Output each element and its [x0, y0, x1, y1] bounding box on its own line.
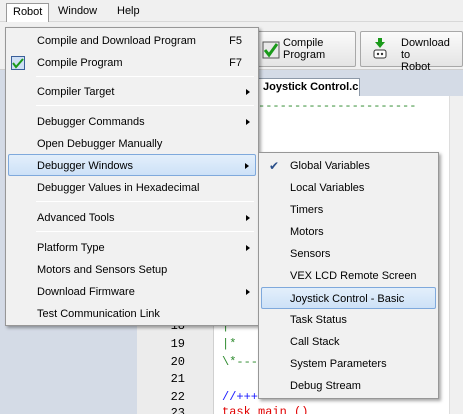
menu-help[interactable]: Help: [111, 3, 146, 19]
menu-item-debugger-windows[interactable]: Debugger Windows: [8, 154, 256, 176]
menu-item-debugger-values-hex[interactable]: Debugger Values in Hexadecimal: [8, 177, 256, 199]
menu-item-call-stack[interactable]: Call Stack: [261, 331, 436, 353]
submenu-arrow-icon: [246, 119, 250, 125]
menu-window[interactable]: Window: [52, 3, 103, 19]
line-number: 21: [170, 372, 185, 386]
menu-item-motors-sensors-setup[interactable]: Motors and Sensors Setup: [8, 259, 256, 281]
robot-menu: Compile and Download Program F5 Compile …: [5, 27, 259, 326]
checkmark-icon: ✔: [268, 159, 280, 173]
menu-item-test-communication-link[interactable]: Test Communication Link: [8, 303, 256, 325]
tab-joystick-control[interactable]: Joystick Control.c: [257, 78, 360, 96]
compile-icon: [262, 41, 280, 59]
menu-robot[interactable]: Robot: [6, 3, 50, 22]
menu-item-motors[interactable]: Motors: [261, 221, 436, 243]
menu-item-timers[interactable]: Timers: [261, 199, 436, 221]
menu-separator: [36, 201, 254, 202]
menu-item-download-firmware[interactable]: Download Firmware: [8, 281, 256, 303]
menu-item-local-variables[interactable]: Local Variables: [261, 177, 436, 199]
download-label: Download to Robot: [401, 37, 450, 73]
debugger-windows-submenu: ✔ Global Variables Local Variables Timer…: [258, 152, 439, 399]
download-robot-icon: [373, 38, 387, 59]
menu-item-sensors[interactable]: Sensors: [261, 243, 436, 265]
compile-program-button[interactable]: Compile Program: [256, 31, 356, 67]
line-number: 20: [170, 355, 185, 369]
menu-item-open-debugger-manually[interactable]: Open Debugger Manually: [8, 133, 256, 155]
submenu-arrow-icon: [245, 163, 249, 169]
menu-separator: [36, 231, 254, 232]
menu-separator: [36, 105, 254, 106]
code-line: task main (): [222, 405, 309, 414]
menu-separator: [36, 76, 254, 77]
menu-item-compile-and-download[interactable]: Compile and Download Program F5: [8, 30, 256, 52]
line-number: 23: [170, 406, 185, 414]
editor-scrollbar[interactable]: [449, 96, 463, 414]
menu-item-vex-lcd-remote-screen[interactable]: VEX LCD Remote Screen: [261, 265, 436, 287]
submenu-arrow-icon: [246, 289, 250, 295]
menu-item-joystick-control-basic[interactable]: Joystick Control - Basic: [261, 287, 436, 309]
menu-item-debugger-commands[interactable]: Debugger Commands: [8, 111, 256, 133]
download-to-robot-button[interactable]: Download to Robot: [360, 31, 463, 73]
submenu-arrow-icon: [246, 245, 250, 251]
menu-bar: Robot Window Help: [0, 0, 463, 22]
submenu-arrow-icon: [246, 89, 250, 95]
menu-item-compile-program[interactable]: Compile Program F7: [8, 52, 256, 74]
menu-item-task-status[interactable]: Task Status: [261, 309, 436, 331]
compile-label: Compile Program: [283, 37, 326, 61]
line-number: 22: [170, 390, 185, 404]
compile-small-icon: [11, 56, 25, 70]
menu-item-advanced-tools[interactable]: Advanced Tools: [8, 207, 256, 229]
menu-item-system-parameters[interactable]: System Parameters: [261, 353, 436, 375]
menu-item-global-variables[interactable]: ✔ Global Variables: [261, 155, 436, 177]
submenu-arrow-icon: [246, 215, 250, 221]
line-number: 19: [170, 337, 185, 351]
menu-item-compiler-target[interactable]: Compiler Target: [8, 81, 256, 103]
menu-item-platform-type[interactable]: Platform Type: [8, 237, 256, 259]
menu-item-debug-stream[interactable]: Debug Stream: [261, 375, 436, 397]
